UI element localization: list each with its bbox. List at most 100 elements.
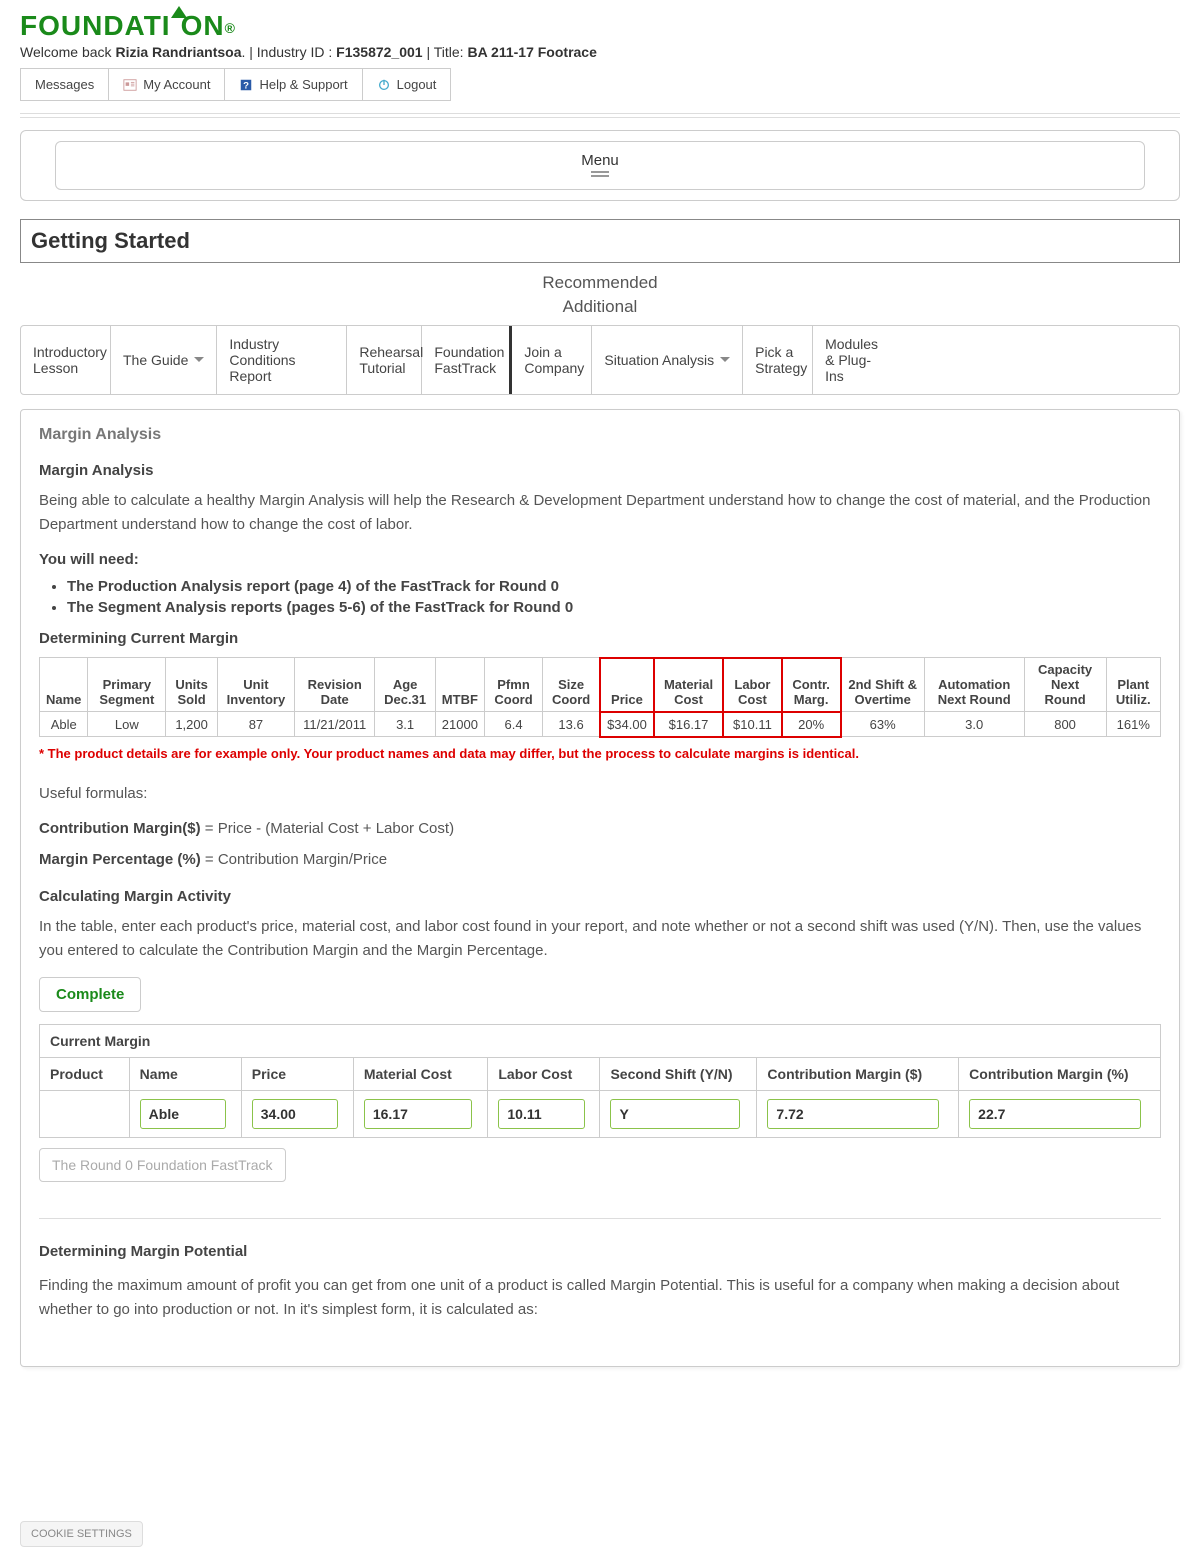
formula-contribution: Contribution Margin($) = Price - (Materi… xyxy=(39,820,1161,837)
ih-product: Product xyxy=(40,1057,130,1090)
th-utiliz: Plant Utiliz. xyxy=(1106,658,1161,712)
list-item: The Production Analysis report (page 4) … xyxy=(67,578,1161,595)
th-age: Age Dec.31 xyxy=(375,658,435,712)
tab-guide[interactable]: The Guide xyxy=(111,326,217,394)
top-nav: Messages My Account ? Help & Support Log… xyxy=(20,68,1180,101)
th-revision: Revision Date xyxy=(294,658,375,712)
input-contrib-pct[interactable] xyxy=(969,1099,1141,1129)
tab-rehearsal[interactable]: Rehearsal Tutorial xyxy=(347,326,422,394)
logo-triangle-icon xyxy=(171,6,187,18)
welcome-line: Welcome back Rizia Randriantsoa. | Indus… xyxy=(20,44,1180,60)
ih-contrib-pct: Contribution Margin (%) xyxy=(959,1057,1161,1090)
help-support-button[interactable]: ? Help & Support xyxy=(224,68,362,101)
content-box: Margin Analysis Margin Analysis Being ab… xyxy=(20,409,1180,1367)
tab-pick-strategy[interactable]: Pick a Strategy xyxy=(743,326,813,394)
menu-toggle-button[interactable]: Menu xyxy=(55,141,1145,190)
th-2nd-shift: 2nd Shift & Overtime xyxy=(841,658,925,712)
red-disclaimer: * The product details are for example on… xyxy=(39,746,1161,761)
subheader-line: Recommended xyxy=(20,271,1180,295)
ih-labor: Labor Cost xyxy=(488,1057,600,1090)
td: Able xyxy=(40,712,88,737)
td: 6.4 xyxy=(484,712,542,737)
chevron-down-icon xyxy=(194,357,204,362)
td-labor: $10.11 xyxy=(723,712,782,737)
td: 13.6 xyxy=(543,712,600,737)
th-automation: Automation Next Round xyxy=(924,658,1024,712)
my-account-button[interactable]: My Account xyxy=(108,68,225,101)
td: 11/21/2011 xyxy=(294,712,375,737)
hamburger-icon xyxy=(591,171,609,173)
fasttrack-button[interactable]: The Round 0 Foundation FastTrack xyxy=(39,1148,286,1182)
page-title-box: Getting Started xyxy=(20,219,1180,263)
divider xyxy=(20,113,1180,114)
ih-name: Name xyxy=(129,1057,241,1090)
input-material[interactable] xyxy=(364,1099,472,1129)
tab-situation-analysis[interactable]: Situation Analysis xyxy=(592,326,743,394)
th-inventory: Unit Inventory xyxy=(217,658,294,712)
menu-bar: Menu xyxy=(20,130,1180,201)
th-labor-cost: Labor Cost xyxy=(723,658,782,712)
th-material-cost: Material Cost xyxy=(654,658,723,712)
power-icon xyxy=(377,78,391,92)
potential-heading: Determining Margin Potential xyxy=(39,1243,1161,1260)
input-second-shift[interactable] xyxy=(610,1099,739,1129)
industry-id: F135872_001 xyxy=(336,44,422,60)
td-price: $34.00 xyxy=(600,712,654,737)
input-row xyxy=(40,1090,1161,1137)
subheader-line: Additional xyxy=(20,295,1180,319)
th-price: Price xyxy=(600,658,654,712)
tab-modules-plugins[interactable]: Modules & Plug-Ins xyxy=(813,326,898,394)
th-segment: Primary Segment xyxy=(88,658,166,712)
td: 87 xyxy=(217,712,294,737)
input-contrib-dollar[interactable] xyxy=(767,1099,939,1129)
input-name[interactable] xyxy=(140,1099,227,1129)
svg-text:?: ? xyxy=(244,80,250,91)
tab-industry-conditions[interactable]: Industry Conditions Report xyxy=(217,326,347,394)
td: 161% xyxy=(1106,712,1161,737)
ih-contrib-dollar: Contribution Margin ($) xyxy=(757,1057,959,1090)
hamburger-icon xyxy=(591,175,609,177)
td: 3.0 xyxy=(924,712,1024,737)
account-icon xyxy=(123,78,137,92)
useful-formulas-label: Useful formulas: xyxy=(39,785,1161,802)
complete-button[interactable]: Complete xyxy=(39,977,141,1012)
tab-join-company[interactable]: Join a Company xyxy=(512,326,592,394)
th-name: Name xyxy=(40,658,88,712)
calculating-heading: Calculating Margin Activity xyxy=(39,888,1161,905)
formula-margin-pct: Margin Percentage (%) = Contribution Mar… xyxy=(39,851,1161,868)
ih-price: Price xyxy=(241,1057,353,1090)
input-labor[interactable] xyxy=(498,1099,585,1129)
messages-button[interactable]: Messages xyxy=(20,68,109,101)
ih-shift: Second Shift (Y/N) xyxy=(600,1057,757,1090)
td-material: $16.17 xyxy=(654,712,723,737)
page-title: Getting Started xyxy=(31,228,1169,254)
section-label: Margin Analysis xyxy=(39,426,1161,444)
tab-row: Introductory Lesson The Guide Industry C… xyxy=(20,325,1180,395)
chevron-down-icon xyxy=(720,357,730,362)
logo: FOUNDATI ON® xyxy=(20,10,1180,42)
th-mtbf: MTBF xyxy=(435,658,484,712)
needs-list: The Production Analysis report (page 4) … xyxy=(39,578,1161,616)
td-marg: 20% xyxy=(782,712,841,737)
logo-text-left: FOUNDATI xyxy=(20,10,171,42)
th-units-sold: Units Sold xyxy=(166,658,218,712)
subheader: Recommended Additional xyxy=(20,271,1180,319)
tab-foundation-fasttrack[interactable]: Foundation FastTrack xyxy=(422,326,512,394)
td: 63% xyxy=(841,712,925,737)
td: 800 xyxy=(1024,712,1106,737)
logout-button[interactable]: Logout xyxy=(362,68,452,101)
input-table: Current Margin Product Name Price Materi… xyxy=(39,1024,1161,1138)
help-icon: ? xyxy=(239,78,253,92)
determining-margin-heading: Determining Current Margin xyxy=(39,630,1161,647)
th-size: Size Coord xyxy=(543,658,600,712)
tab-intro-lesson[interactable]: Introductory Lesson xyxy=(21,326,111,394)
margin-analysis-heading: Margin Analysis xyxy=(39,462,1161,479)
calc-paragraph: In the table, enter each product's price… xyxy=(39,915,1161,963)
intro-paragraph: Being able to calculate a healthy Margin… xyxy=(39,489,1161,537)
input-price[interactable] xyxy=(252,1099,339,1129)
logo-text-right: ON® xyxy=(181,10,236,42)
course-title: BA 211-17 Footrace xyxy=(467,44,596,60)
user-name: Rizia Randriantsoa xyxy=(115,44,241,60)
cookie-settings-button[interactable]: COOKIE SETTINGS xyxy=(20,1521,143,1547)
th-pfmn: Pfmn Coord xyxy=(484,658,542,712)
